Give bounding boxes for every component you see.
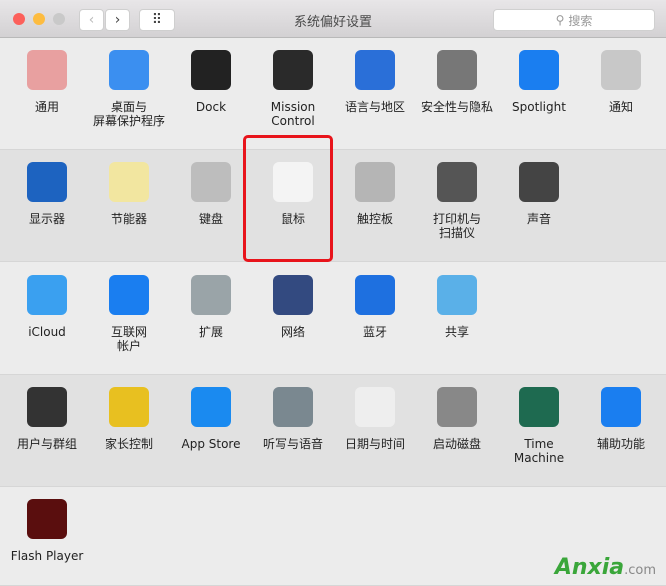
pref-label: 扩展 [198,325,223,339]
pref-label: 家长控制 [104,437,153,451]
pref-row: 显示器 节能器 键盘 鼠标 触控板 打印机与 扫描仪 声音 [0,150,666,262]
watermark-logo: Anxia.com [555,555,656,580]
pref-label: 语言与地区 [344,100,405,114]
pref-row: iCloud 互联网 帐户 扩展 网络 蓝牙 共享 [0,263,666,375]
pref-label: Dock [195,100,227,114]
pref-item[interactable]: 声音 [498,162,580,226]
pref-label: 通知 [608,100,633,114]
pref-item[interactable]: 安全性与隐私 [416,50,498,114]
search-placeholder: 搜索 [568,13,593,28]
mission-control-icon [273,50,313,90]
title-bar: ‹ › ⠿ 系统偏好设置 ⚲ 搜索 [0,0,666,38]
pref-label: 互联网 帐户 [110,325,147,353]
pref-item[interactable]: 辅助功能 [580,387,662,451]
watermark-brand: Anxia [554,555,625,580]
pref-item[interactable]: 家长控制 [88,387,170,451]
energy-saver-bulb-icon [109,162,149,202]
pref-item[interactable]: 启动磁盘 [416,387,498,451]
printer-icon [437,162,477,202]
users-groups-icon [27,387,67,427]
dictation-mic-icon [273,387,313,427]
pref-item[interactable]: Time Machine [498,387,580,465]
pref-item[interactable]: 共享 [416,275,498,339]
time-machine-icon [519,387,559,427]
desktop-icon [109,50,149,90]
pref-label: Mission Control [270,100,316,128]
speaker-icon [519,162,559,202]
pref-label: App Store [181,437,241,451]
pref-label: Time Machine [513,437,565,465]
pref-item[interactable]: 扩展 [170,275,252,339]
internet-accounts-icon [109,275,149,315]
pref-label: 打印机与 扫描仪 [432,212,481,240]
pref-item[interactable]: Flash Player [6,499,88,563]
pref-label: iCloud [28,325,66,339]
highlight-box [243,135,333,262]
app-store-icon [191,387,231,427]
pref-item[interactable]: 桌面与 屏幕保护程序 [88,50,170,128]
bluetooth-icon [355,275,395,315]
pref-label: Spotlight [512,100,566,114]
pref-label: 节能器 [110,212,147,226]
pref-label: 日期与时间 [344,437,405,451]
pref-label: 触控板 [356,212,393,226]
pref-item[interactable]: 语言与地区 [334,50,416,114]
keyboard-icon [191,162,231,202]
pref-item[interactable]: 通知 [580,50,662,114]
flash-player-icon [27,499,67,539]
spotlight-icon [519,50,559,90]
pref-label: 辅助功能 [596,437,645,451]
pref-label: 显示器 [28,212,65,226]
pref-label: 声音 [526,212,551,226]
sharing-folder-icon [437,275,477,315]
extensions-puzzle-icon [191,275,231,315]
display-icon [27,162,67,202]
trackpad-icon [355,162,395,202]
pref-label: 用户与群组 [16,437,77,451]
parental-controls-icon [109,387,149,427]
search-icon: ⚲ [555,13,565,27]
pref-label: 蓝牙 [362,325,387,339]
notifications-icon [601,50,641,90]
pref-item[interactable]: 网络 [252,275,334,339]
pref-row: 通用 桌面与 屏幕保护程序 Dock Mission Control 语言与地区 安全性与… [0,38,666,150]
pref-label: 网络 [280,325,305,339]
pref-item[interactable]: 打印机与 扫描仪 [416,162,498,240]
search-input[interactable]: ⚲ 搜索 [493,9,655,31]
accessibility-icon [601,387,641,427]
pref-item[interactable]: iCloud [6,275,88,339]
pref-item[interactable]: Spotlight [498,50,580,114]
pref-item[interactable]: 键盘 [170,162,252,226]
pref-label: 共享 [444,325,469,339]
pref-item[interactable]: 通用 [6,50,88,114]
pref-label: Flash Player [10,549,84,563]
pref-item[interactable]: 听写与语音 [252,387,334,451]
startup-disk-icon [437,387,477,427]
dock-icon [191,50,231,90]
pref-item[interactable]: Dock [170,50,252,114]
pref-label: 启动磁盘 [432,437,481,451]
pref-item[interactable]: 触控板 [334,162,416,226]
date-time-clock-icon [355,387,395,427]
pref-item[interactable]: 节能器 [88,162,170,226]
network-globe-icon [273,275,313,315]
pref-label: 安全性与隐私 [420,100,493,114]
pref-label: 通用 [34,100,59,114]
pref-item[interactable]: 日期与时间 [334,387,416,451]
pref-item[interactable]: App Store [170,387,252,451]
general-icon [27,50,67,90]
watermark-suffix: .com [624,563,656,578]
pref-item[interactable]: 显示器 [6,162,88,226]
pref-row: 用户与群组 家长控制 App Store 听写与语音 日期与时间 启动磁盘 Time Mac… [0,375,666,487]
language-flag-icon [355,50,395,90]
icloud-icon [27,275,67,315]
pref-label: 桌面与 屏幕保护程序 [92,100,165,128]
pref-label: 听写与语音 [262,437,323,451]
security-house-icon [437,50,477,90]
pref-item[interactable]: Mission Control [252,50,334,128]
pref-item[interactable]: 蓝牙 [334,275,416,339]
pref-item[interactable]: 互联网 帐户 [88,275,170,353]
pref-label: 键盘 [198,212,223,226]
pref-item[interactable]: 用户与群组 [6,387,88,451]
